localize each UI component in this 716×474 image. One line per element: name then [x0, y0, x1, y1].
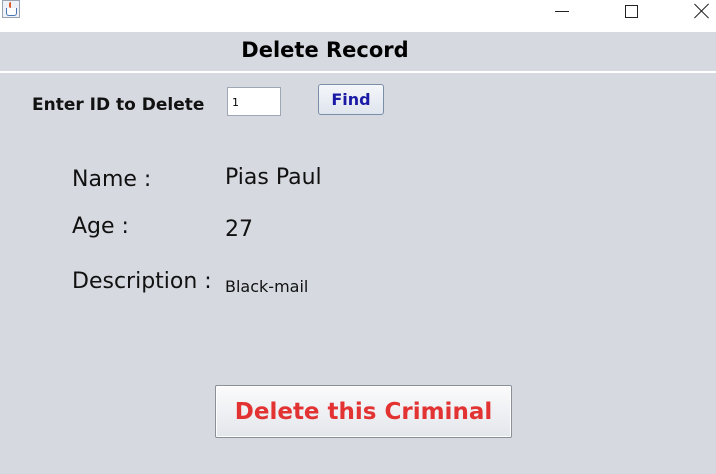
delete-criminal-button[interactable]: Delete this Criminal	[215, 385, 512, 438]
description-value: Black-mail	[225, 277, 309, 296]
minimize-icon	[555, 10, 569, 12]
header-divider	[0, 71, 716, 73]
find-button[interactable]: Find	[318, 84, 384, 115]
description-label: Description :	[72, 269, 212, 294]
maximize-button[interactable]	[608, 0, 654, 22]
age-label: Age :	[72, 214, 129, 239]
maximize-icon	[624, 4, 638, 18]
close-button[interactable]	[679, 0, 716, 22]
page-title: Delete Record	[241, 38, 409, 62]
id-input[interactable]	[227, 87, 281, 116]
title-bar	[0, 0, 716, 32]
minimize-button[interactable]	[539, 0, 585, 22]
close-icon	[694, 3, 710, 19]
id-label: Enter ID to Delete	[32, 95, 205, 115]
name-value: Pias Paul	[225, 165, 322, 190]
age-value: 27	[225, 217, 253, 242]
java-cup-icon	[2, 0, 20, 18]
name-label: Name :	[72, 167, 152, 192]
